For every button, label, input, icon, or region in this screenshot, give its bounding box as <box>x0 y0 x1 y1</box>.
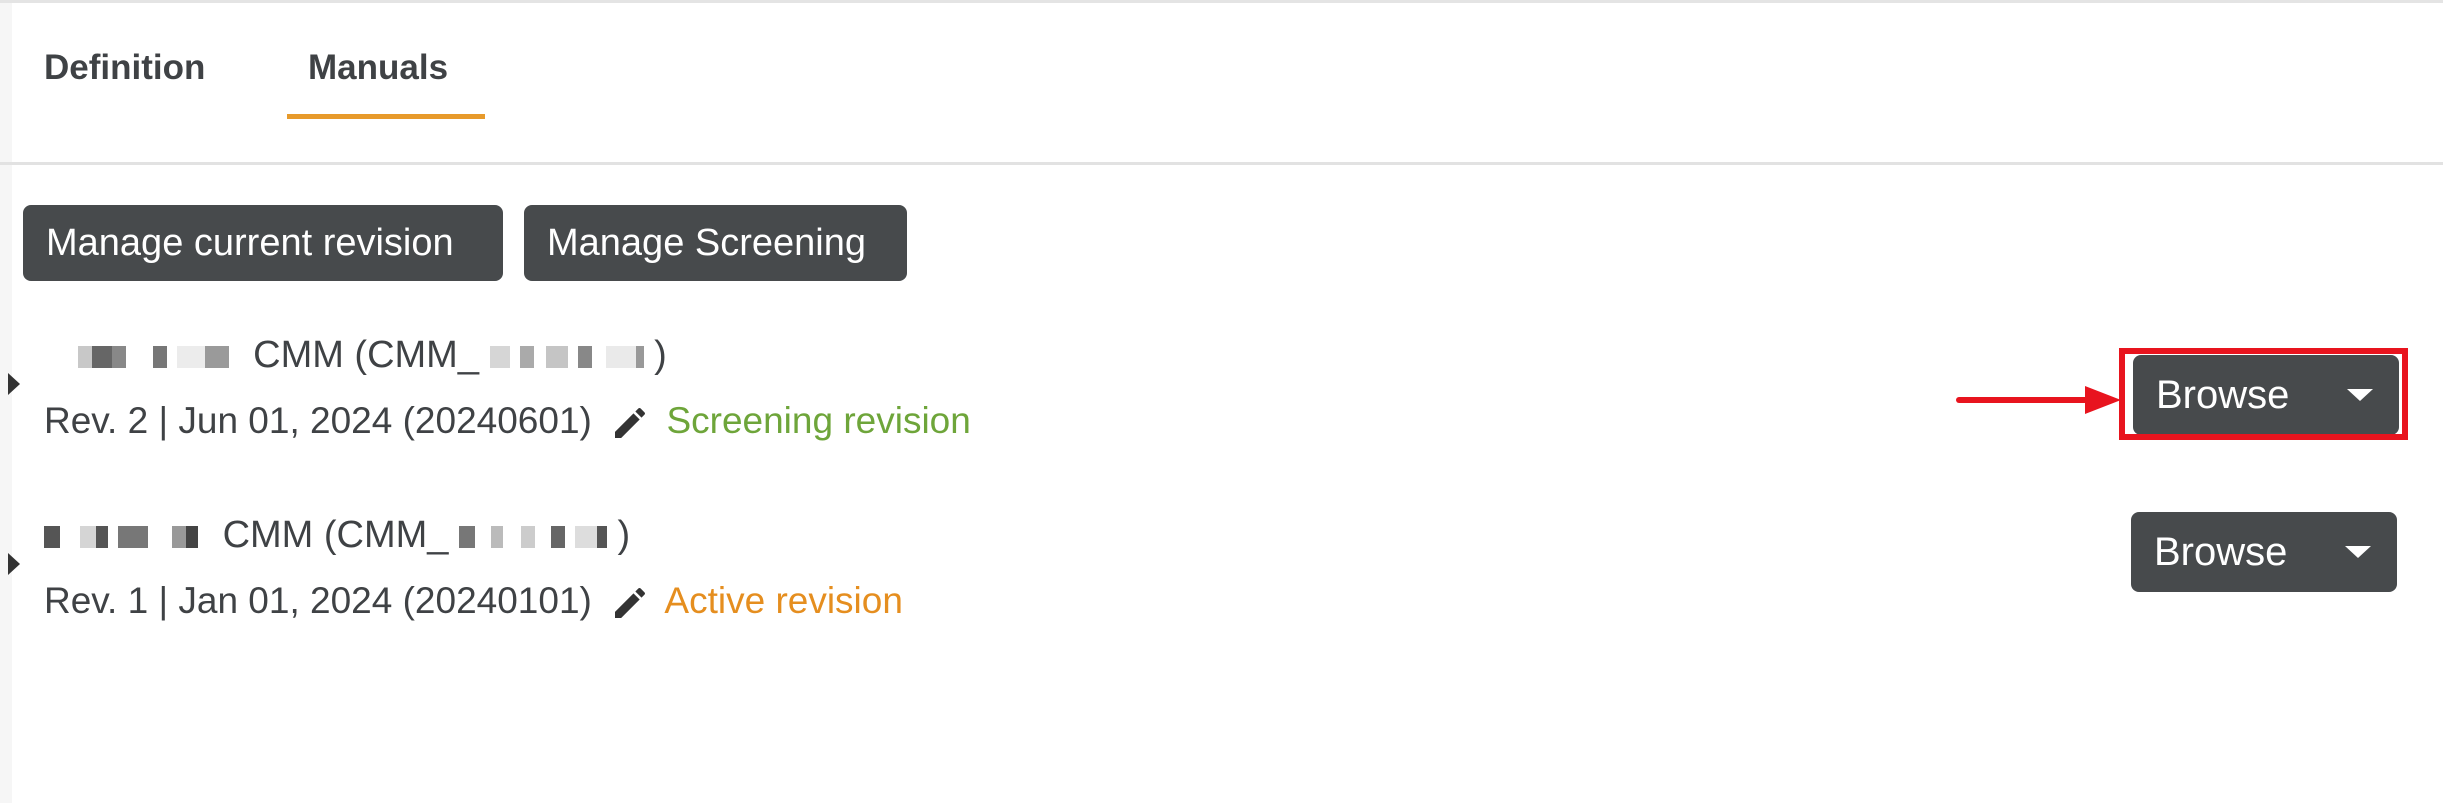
redacted-title-code <box>489 334 655 376</box>
redacted-title-code <box>458 514 618 556</box>
manual-meta: Rev. 2 | Jun 01, 2024 (20240601) Screeni… <box>44 396 971 446</box>
revision-info: Rev. 1 | Jan 01, 2024 (20240101) <box>44 580 592 621</box>
tab-manuals[interactable]: Manuals <box>308 48 448 88</box>
pencil-icon[interactable] <box>610 403 650 443</box>
expand-caret-icon[interactable] <box>8 553 20 575</box>
manage-current-revision-button[interactable]: Manage current revision <box>23 205 503 281</box>
browse-dropdown-button[interactable]: Browse <box>2131 512 2397 592</box>
annotation-highlight-box <box>2119 348 2408 440</box>
manual-title-close: ) <box>617 514 631 556</box>
redacted-title-prefix <box>44 334 239 376</box>
active-tab-indicator <box>287 114 485 119</box>
annotation-arrow-icon <box>1956 386 2121 414</box>
revision-status: Screening revision <box>666 400 971 441</box>
caret-down-icon <box>2345 546 2371 558</box>
manual-title-close: ) <box>654 334 667 376</box>
revision-status: Active revision <box>664 580 903 621</box>
redacted-title-prefix <box>44 514 209 556</box>
tab-definition[interactable]: Definition <box>44 48 205 88</box>
manual-title-text: CMM (CMM_ <box>253 334 479 376</box>
manual-meta: Rev. 1 | Jan 01, 2024 (20240101) Active … <box>44 576 903 626</box>
manage-screening-button[interactable]: Manage Screening <box>524 205 907 281</box>
manual-title: CMM (CMM_ ) <box>44 510 630 560</box>
revision-info: Rev. 2 | Jun 01, 2024 (20240601) <box>44 400 592 441</box>
browse-label: Browse <box>2154 530 2288 574</box>
tab-bar: Definition Manuals <box>0 0 2443 165</box>
pencil-icon[interactable] <box>610 583 650 623</box>
manual-title: CMM (CMM_ ) <box>44 330 667 380</box>
manual-title-text: CMM (CMM_ <box>222 514 449 556</box>
expand-caret-icon[interactable] <box>8 373 20 395</box>
